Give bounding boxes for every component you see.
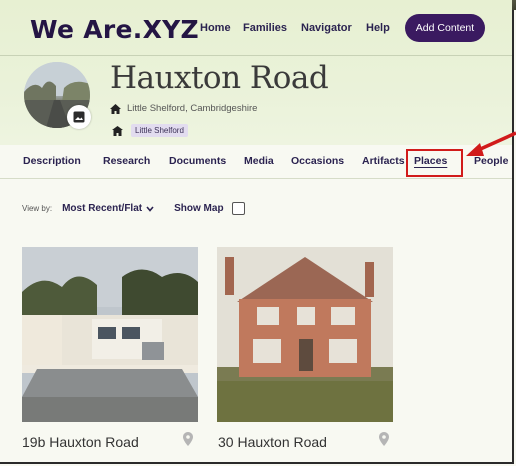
show-map-label: Show Map (174, 203, 224, 214)
chevron-down-icon (146, 205, 154, 212)
view-by-label: View by: (22, 204, 53, 213)
nav-navigator[interactable]: Navigator (301, 22, 352, 34)
highlight-box (406, 149, 463, 177)
list-toolbar: View by: Most Recent/Flat Show Map (22, 202, 245, 215)
image-icon (73, 111, 85, 123)
red-arrow-annotation (466, 131, 516, 156)
nav-help[interactable]: Help (366, 22, 390, 34)
top-nav: We Are.XYZ Home Families Navigator Help … (0, 0, 512, 56)
tab-artifacts[interactable]: Artifacts (362, 155, 405, 167)
change-photo-button[interactable] (67, 105, 91, 129)
nav-home[interactable]: Home (200, 22, 231, 34)
place-tag[interactable]: Little Shelford (131, 124, 188, 137)
building-icon (112, 125, 123, 136)
place-card-30[interactable] (217, 247, 393, 422)
show-map-checkbox[interactable] (231, 202, 245, 215)
tab-research[interactable]: Research (103, 155, 150, 167)
tab-media[interactable]: Media (244, 155, 274, 167)
header-divider (0, 55, 512, 56)
page-title: Hauxton Road (110, 60, 329, 96)
tab-documents[interactable]: Documents (169, 155, 226, 167)
nav-families[interactable]: Families (243, 22, 287, 34)
location-row: Little Shelford, Cambridgeshire (110, 103, 257, 114)
view-by-value: Most Recent/Flat (62, 203, 143, 214)
tag-row: Little Shelford (112, 124, 188, 137)
tab-occasions[interactable]: Occasions (291, 155, 344, 167)
location-text: Little Shelford, Cambridgeshire (127, 103, 258, 114)
add-content-button[interactable]: Add Content (405, 14, 485, 42)
site-logo[interactable]: We Are.XYZ (30, 15, 199, 44)
map-pin-icon[interactable] (379, 432, 389, 446)
place-name-30[interactable]: 30 Hauxton Road (218, 434, 327, 450)
view-by-dropdown[interactable]: Most Recent/Flat (62, 203, 154, 214)
tab-description[interactable]: Description (23, 155, 81, 167)
map-pin-icon[interactable] (183, 432, 193, 446)
place-photo (217, 247, 393, 422)
home-icon (110, 103, 121, 114)
place-name-19b[interactable]: 19b Hauxton Road (22, 434, 139, 450)
place-card-19b[interactable] (22, 247, 198, 422)
place-photo (22, 247, 198, 422)
